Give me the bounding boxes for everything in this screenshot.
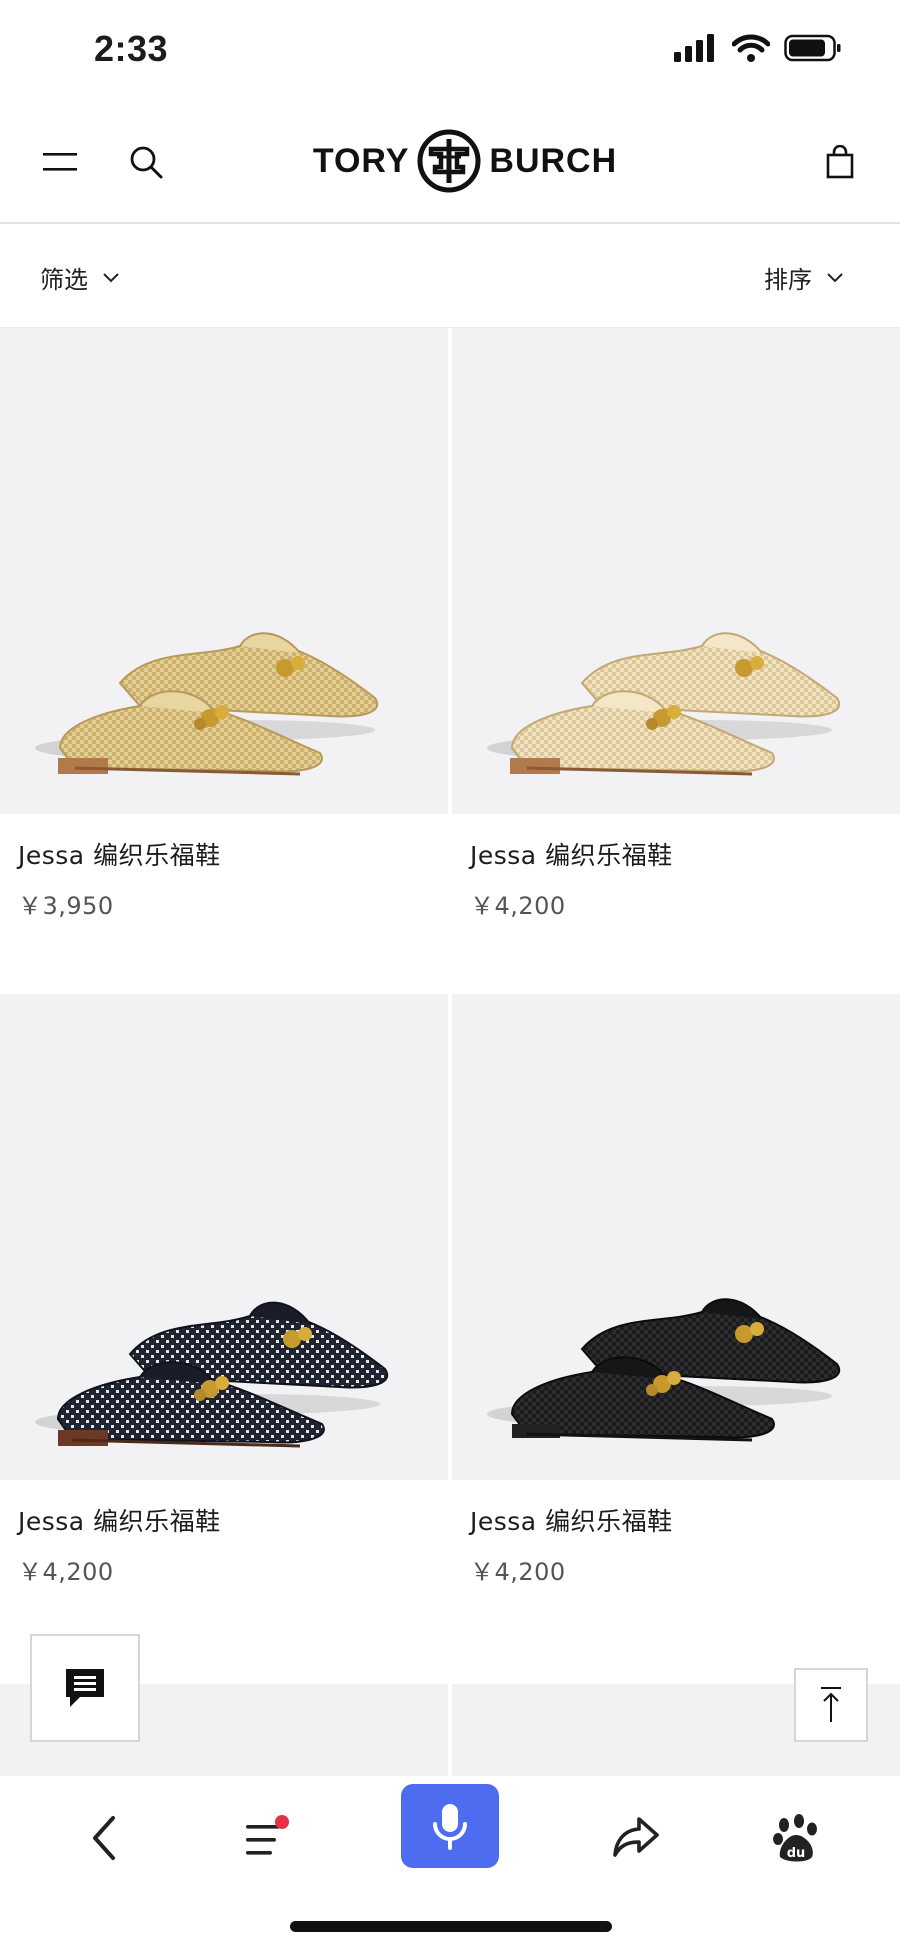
signal-icon bbox=[674, 34, 714, 62]
back-chevron-icon bbox=[93, 1816, 115, 1860]
hamburger-menu-button[interactable] bbox=[36, 138, 84, 186]
chat-icon bbox=[66, 1669, 104, 1707]
baidu-paw-icon: du bbox=[773, 1814, 817, 1862]
loafer-image-cream bbox=[487, 632, 841, 776]
product-image[interactable] bbox=[452, 328, 900, 814]
product-info: Jessa 编织乐福鞋 ￥4,200 bbox=[0, 1480, 448, 1660]
notification-dot bbox=[275, 1815, 289, 1829]
product-info: Jessa 编织乐福鞋 ￥4,200 bbox=[452, 1480, 900, 1660]
search-icon bbox=[130, 146, 163, 179]
product-info: Jessa 编织乐福鞋 ￥4,200 bbox=[452, 814, 900, 994]
product-name[interactable]: Jessa 编织乐福鞋 bbox=[18, 836, 448, 872]
product-image[interactable] bbox=[0, 328, 448, 814]
product-price: ￥4,200 bbox=[470, 892, 566, 920]
battery-icon bbox=[784, 34, 841, 62]
loafer-image-black bbox=[487, 1298, 841, 1442]
wifi-icon bbox=[732, 34, 770, 62]
back-to-top-icon bbox=[821, 1687, 841, 1722]
site-header: TORY BURCH bbox=[0, 100, 900, 224]
sort-label: 排序 bbox=[764, 266, 812, 294]
product-card[interactable]: Jessa 编织乐福鞋 ￥4,200 bbox=[452, 328, 900, 994]
product-card[interactable]: Jessa 编织乐福鞋 ￥4,200 bbox=[452, 994, 900, 1660]
status-bar: 2:33 bbox=[0, 0, 900, 100]
filter-dropdown[interactable]: 筛选 bbox=[40, 260, 120, 295]
chevron-down-icon bbox=[103, 272, 119, 282]
brand-name-left: TORY bbox=[312, 141, 410, 180]
product-price: ￥4,200 bbox=[470, 1558, 566, 1586]
tory-burch-emblem-icon bbox=[417, 129, 481, 193]
back-to-top-button[interactable] bbox=[794, 1668, 868, 1742]
product-price: ￥3,950 bbox=[18, 892, 114, 920]
product-name[interactable]: Jessa 编织乐福鞋 bbox=[470, 836, 900, 872]
tabs-menu-button[interactable] bbox=[226, 1798, 306, 1878]
hamburger-icon bbox=[43, 153, 77, 171]
microphone-icon bbox=[433, 1804, 467, 1850]
loafer-image-navy-white bbox=[35, 1301, 389, 1448]
brand-logo[interactable]: TORY BURCH bbox=[300, 126, 630, 196]
status-icons bbox=[674, 34, 842, 62]
menu-lines-icon bbox=[246, 1815, 289, 1855]
voice-search-button[interactable] bbox=[401, 1784, 499, 1868]
filter-sort-bar: 筛选 排序 bbox=[0, 224, 900, 328]
chat-button[interactable] bbox=[30, 1634, 140, 1742]
chevron-down-icon bbox=[827, 272, 843, 282]
brand-name-right: BURCH bbox=[489, 141, 618, 180]
share-button[interactable] bbox=[596, 1798, 676, 1878]
shopping-bag-icon bbox=[826, 145, 854, 179]
share-icon bbox=[613, 1817, 659, 1857]
product-price: ￥4,200 bbox=[18, 1558, 114, 1586]
product-image[interactable] bbox=[0, 994, 448, 1480]
loafer-image-natural bbox=[35, 632, 379, 776]
product-name[interactable]: Jessa 编织乐福鞋 bbox=[470, 1502, 900, 1538]
browser-bottom-bar: du bbox=[0, 1776, 900, 1947]
product-card[interactable]: Jessa 编织乐福鞋 ￥4,200 bbox=[0, 994, 448, 1660]
sort-dropdown[interactable]: 排序 bbox=[764, 260, 844, 295]
product-card[interactable]: Jessa 编织乐福鞋 ￥3,950 bbox=[0, 328, 448, 994]
product-image[interactable] bbox=[452, 994, 900, 1480]
status-time: 2:33 bbox=[94, 28, 169, 69]
home-indicator bbox=[290, 1921, 612, 1932]
shopping-bag-button[interactable] bbox=[816, 138, 864, 186]
search-button[interactable] bbox=[122, 138, 170, 186]
svg-text:du: du bbox=[787, 1846, 806, 1861]
baidu-button[interactable]: du bbox=[756, 1798, 836, 1878]
product-name[interactable]: Jessa 编织乐福鞋 bbox=[18, 1502, 448, 1538]
product-info: Jessa 编织乐福鞋 ￥3,950 bbox=[0, 814, 448, 994]
back-button[interactable] bbox=[64, 1798, 144, 1878]
filter-label: 筛选 bbox=[40, 266, 88, 294]
